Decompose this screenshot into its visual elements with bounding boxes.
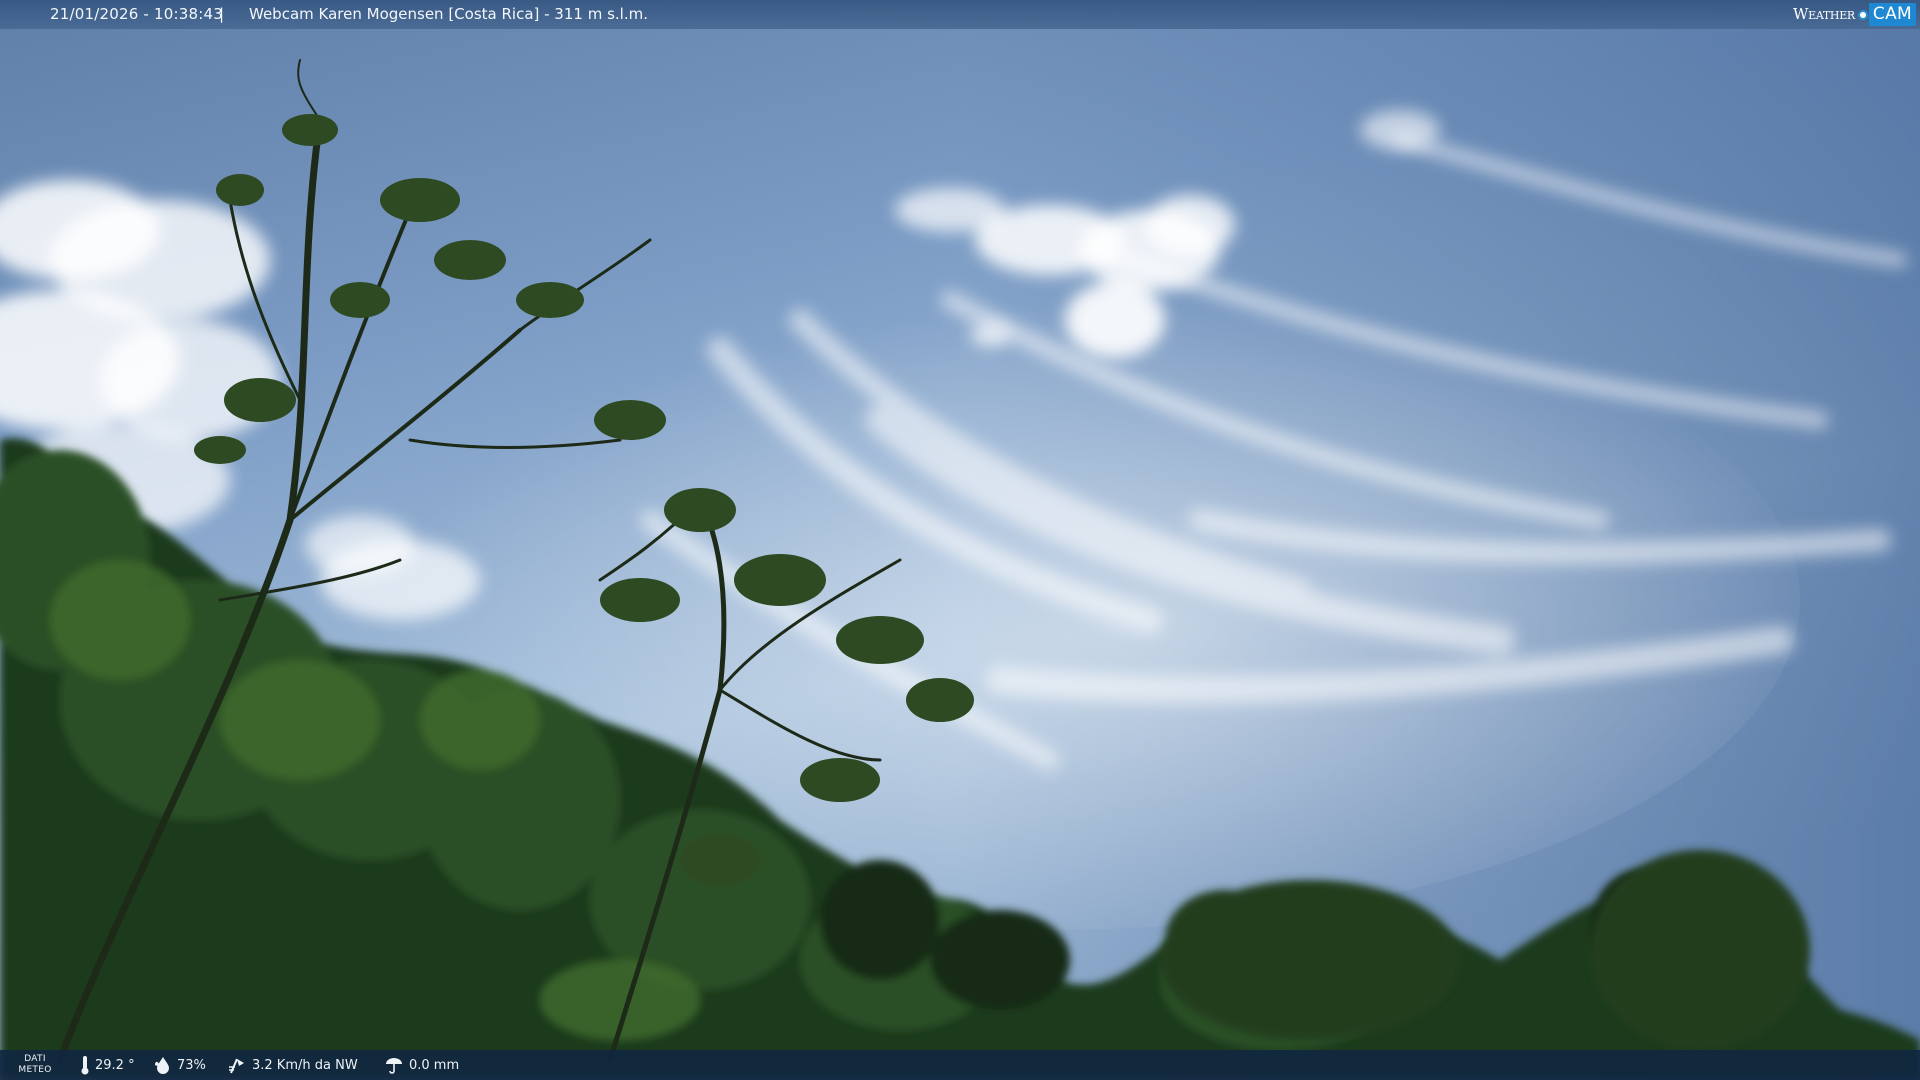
humidity-reading: 73% xyxy=(154,1050,206,1080)
temperature-value: 29.2 ° xyxy=(95,1057,135,1073)
droplet-icon xyxy=(155,1057,169,1074)
wind-icon xyxy=(229,1058,244,1074)
header-separator: | xyxy=(219,5,225,23)
weather-data-label: DATI METEO xyxy=(10,1054,60,1076)
logo-cam-word: CAM xyxy=(1868,3,1916,26)
wind-reading: 3.2 Km/h da NW xyxy=(227,1050,358,1080)
wind-value: 3.2 Km/h da NW xyxy=(252,1057,358,1073)
rain-icon xyxy=(386,1058,402,1074)
weather-data-bar: DATI METEO 29.2 ° 73% 3.2 Km/h da NW 0.0… xyxy=(0,1050,1920,1080)
logo-weather-word: Weather xyxy=(1792,5,1855,23)
thermometer-icon xyxy=(81,1056,89,1075)
header-bar: 21/01/2026 - 10:38:43 | Webcam Karen Mog… xyxy=(0,0,1920,29)
webcam-image xyxy=(0,0,1920,1080)
timestamp: 21/01/2026 - 10:38:43 xyxy=(50,5,223,23)
temperature-reading: 29.2 ° xyxy=(80,1050,135,1080)
humidity-value: 73% xyxy=(177,1057,206,1073)
rain-value: 0.0 mm xyxy=(409,1057,460,1073)
weathercam-logo[interactable]: Weather CAM xyxy=(1793,0,1920,29)
rain-reading: 0.0 mm xyxy=(384,1050,459,1080)
weather-data-label-line1: DATI xyxy=(24,1054,46,1064)
logo-dot-icon xyxy=(1857,9,1868,20)
weather-data-label-line2: METEO xyxy=(18,1065,52,1075)
webcam-title: Webcam Karen Mogensen [Costa Rica] - 311… xyxy=(249,5,648,23)
